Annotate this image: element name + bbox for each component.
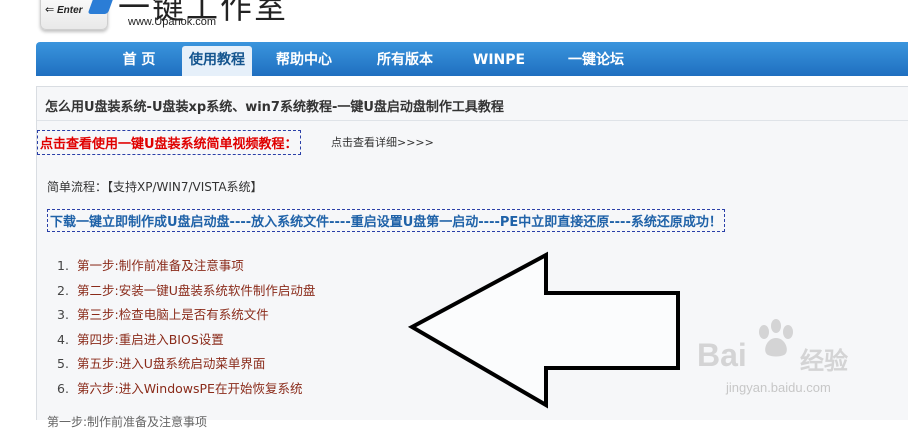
baidu-watermark-jingyan: 经验 [800,347,848,375]
nav-home[interactable]: 首 页 [106,46,172,76]
step-item-6[interactable]: 6. 第六步:进入WindowsPE在开始恢复系统 [57,378,315,403]
step-list: 1. 第一步:制作前准备及注意事项 2. 第二步:安装一键U盘装系统软件制作启动盘 … [57,255,315,402]
site-url: www.Upanok.com [128,16,217,28]
logo-badge-icon [87,0,117,14]
view-details-link[interactable]: 点击查看详细>>>> [331,134,434,150]
step-link[interactable]: 第六步:进入WindowsPE在开始恢复系统 [77,381,302,396]
step-link[interactable]: 第三步:检查电脑上是否有系统文件 [77,307,269,322]
baidu-watermark-logo: Bai [697,337,747,373]
left-arrow-icon: ⇐ [45,3,55,16]
step-link[interactable]: 第一步:制作前准备及注意事项 [77,258,244,273]
step-item-5[interactable]: 5. 第五步:进入U盘系统启动菜单界面 [57,353,315,378]
step-number: 6. [57,380,69,396]
nav-tutorials[interactable]: 使用教程 [182,46,252,76]
nav-all-versions[interactable]: 所有版本 [366,46,444,76]
step-number: 1. [57,258,69,273]
baidu-paw-icon [759,319,793,357]
process-label: 简单流程：【支持XP/WIN7/VISTA系统】 [47,180,263,194]
step-item-2[interactable]: 2. 第二步:安装一键U盘装系统软件制作启动盘 [57,280,315,305]
step-number: 4. [57,331,69,347]
main-nav: 首 页 使用教程 帮助中心 所有版本 WINPE 一键论坛 [36,42,908,76]
article-content: 怎么用U盘装系统-U盘装xp系统、win7系统教程-一键U盘启动盘制作工具教程 … [36,86,908,429]
logo-key-text: Enter [57,5,83,16]
step-number: 5. [57,356,69,371]
nav-help-center[interactable]: 帮助中心 [266,46,342,76]
process-flow-text: 下载一键立即制作成U盘启动盘----放入系统文件----重启设置U盘第一启动--… [47,209,725,232]
nav-winpe[interactable]: WINPE [464,46,534,76]
article-title: 怎么用U盘装系统-U盘装xp系统、win7系统教程-一键U盘启动盘制作工具教程 [45,100,504,115]
title-divider [37,120,908,121]
step-number: 2. [57,282,69,298]
step-number: 3. [57,307,69,322]
partial-heading: 第一步:制作前准备及注意事项 [47,415,208,429]
site-header: ⇐ Enter 一键工作室 www.Upanok.com [0,0,908,40]
step-item-3[interactable]: 3. 第三步:检查电脑上是否有系统文件 [57,304,315,329]
step-item-4[interactable]: 4. 第四步:重启进入BIOS设置 [57,329,315,354]
step-link[interactable]: 第五步:进入U盘系统启动菜单界面 [77,356,265,371]
video-tutorial-link[interactable]: 点击查看使用一键U盘装系统简单视频教程： [37,130,301,155]
step-item-1[interactable]: 1. 第一步:制作前准备及注意事项 [57,255,315,280]
baidu-watermark-url: jingyan.baidu.com [726,380,831,395]
step-link[interactable]: 第四步:重启进入BIOS设置 [77,332,224,347]
step-link[interactable]: 第二步:安装一键U盘装系统软件制作启动盘 [77,283,315,298]
nav-forum[interactable]: 一键论坛 [554,46,638,76]
